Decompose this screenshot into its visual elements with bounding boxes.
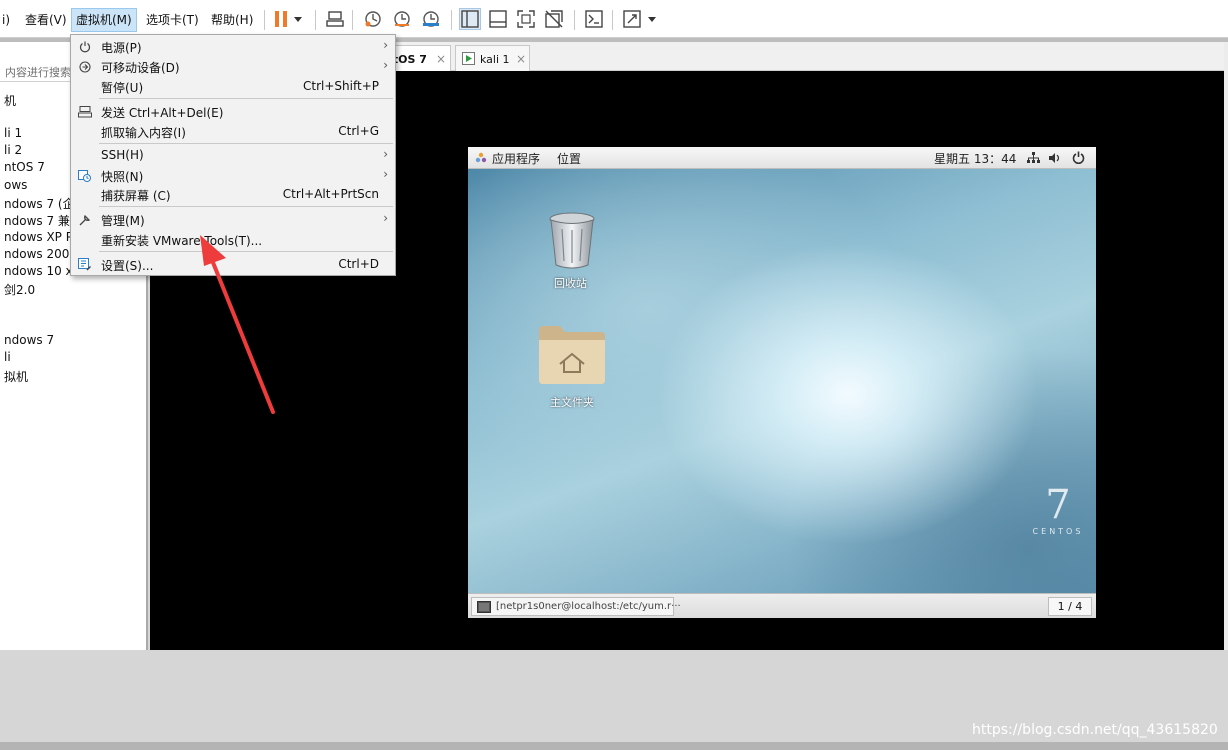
network-icon[interactable] — [1027, 152, 1040, 167]
terminal-icon — [477, 601, 491, 616]
power-icon — [77, 39, 92, 54]
close-icon[interactable]: × — [516, 52, 526, 66]
console-view-icon[interactable] — [583, 8, 605, 30]
close-icon[interactable]: × — [436, 52, 446, 66]
menu-item-send-ctrl-alt-del[interactable]: 发送 Ctrl+Alt+Del(E) — [71, 102, 395, 121]
applications-menu[interactable]: 应用程序 — [492, 150, 540, 167]
library-item[interactable]: 机 — [4, 92, 16, 109]
taskbar-window-button[interactable]: [netpr1s0ner@localhost:/etc/yum.r··· — [471, 597, 681, 616]
submenu-arrow-icon: › — [383, 211, 388, 225]
volume-icon[interactable] — [1049, 152, 1062, 167]
settings-icon — [77, 257, 92, 272]
menu-label: 设置(S)... — [101, 259, 154, 273]
workspace-indicator[interactable]: 1 / 4 — [1048, 597, 1092, 616]
gnome-bottom-bar: [netpr1s0ner@localhost:/etc/yum.r··· 1 /… — [468, 593, 1096, 618]
menu-tabs[interactable]: 选项卡(T) — [142, 8, 203, 32]
thumbnail-bar-icon[interactable] — [487, 8, 509, 30]
menu-shortcut: Ctrl+Shift+P — [303, 79, 379, 93]
menu-item-removable-devices[interactable]: 可移动设备(D) › — [71, 57, 395, 76]
menu-vm[interactable]: 虚拟机(M) — [71, 8, 137, 32]
menu-label: 电源(P) — [101, 41, 142, 55]
gnome-top-bar: 应用程序 位置 星期五 13：44 — [468, 147, 1096, 169]
revert-snapshot-icon[interactable] — [391, 8, 413, 30]
library-item[interactable]: li 1 — [4, 126, 22, 140]
fullscreen-icon[interactable] — [515, 8, 537, 30]
library-item[interactable]: li 2 — [4, 143, 22, 157]
menu-label: 快照(N) — [101, 170, 144, 184]
unity-icon[interactable] — [543, 8, 565, 30]
centos-logo: 7 CENTOS — [1028, 485, 1088, 536]
status-bar — [0, 742, 1228, 750]
menu-item-power[interactable]: 电源(P) › — [71, 37, 395, 56]
library-item[interactable]: ntOS 7 — [4, 160, 45, 174]
clock[interactable]: 星期五 13：44 — [934, 150, 1016, 167]
menu-shortcut: Ctrl+G — [338, 124, 379, 138]
submenu-arrow-icon: › — [383, 58, 388, 72]
library-item[interactable]: 剑2.0 — [4, 281, 35, 298]
submenu-arrow-icon: › — [383, 147, 388, 161]
keyboard-icon — [77, 104, 92, 119]
menu-item-snapshot[interactable]: 快照(N) › — [71, 166, 395, 185]
menu-shortcut: Ctrl+D — [338, 257, 379, 271]
guest-screen[interactable]: 应用程序 位置 星期五 13：44 回收站 主文件夹 7 CENTOS [net… — [468, 147, 1096, 618]
vm-running-icon — [462, 52, 475, 68]
home-folder-label: 主文件夹 — [550, 396, 594, 409]
snapshot-icon[interactable] — [362, 8, 384, 30]
removable-devices-icon — [77, 59, 92, 74]
pause-icon[interactable] — [270, 8, 292, 30]
menu-view[interactable]: 查看(V) — [21, 8, 71, 32]
menu-label: SSH(H) — [101, 148, 144, 162]
menu-item-manage[interactable]: 管理(M) › — [71, 210, 395, 229]
menu-item-pause[interactable]: 暂停(U) Ctrl+Shift+P — [71, 77, 395, 96]
taskbar-window-title: [netpr1s0ner@localhost:/etc/yum.r··· — [496, 601, 681, 612]
menu-partial[interactable]: i) — [0, 8, 14, 32]
places-menu[interactable]: 位置 — [557, 150, 581, 167]
menu-help[interactable]: 帮助(H) — [207, 8, 257, 32]
library-item[interactable]: ndows 200( — [4, 247, 74, 261]
trash-label: 回收站 — [554, 277, 587, 290]
library-item[interactable]: ndows 7 (企 — [4, 195, 75, 212]
menu-label: 暂停(U) — [101, 81, 144, 95]
submenu-arrow-icon: › — [383, 38, 388, 52]
applications-icon — [475, 152, 487, 167]
menu-item-capture-screen[interactable]: 捕获屏幕 (C) Ctrl+Alt+PrtScn — [71, 185, 395, 204]
power-icon[interactable] — [1072, 151, 1085, 167]
library-search-placeholder: 内容进行搜索 — [5, 66, 71, 79]
library-item[interactable]: ows — [4, 178, 27, 192]
annotation-arrow-icon — [190, 232, 280, 420]
home-folder-icon[interactable] — [538, 324, 606, 387]
menu-label: 管理(M) — [101, 214, 145, 228]
library-item[interactable]: ndows XP P — [4, 230, 73, 244]
library-item[interactable]: ndows 10 x — [4, 264, 73, 278]
send-ctrl-alt-del-icon[interactable] — [324, 8, 346, 30]
menu-label: 抓取输入内容(I) — [101, 126, 186, 140]
stretch-icon[interactable] — [621, 8, 643, 30]
centos-version: 7 — [1045, 482, 1071, 528]
tab-label: kali 1 — [480, 53, 510, 66]
stretch-dropdown-icon[interactable] — [645, 8, 659, 30]
library-item[interactable]: 拟机 — [4, 368, 28, 385]
menu-label: 发送 Ctrl+Alt+Del(E) — [101, 106, 224, 120]
trash-icon[interactable] — [548, 211, 596, 272]
show-library-icon[interactable] — [459, 8, 481, 30]
watermark: https://blog.csdn.net/qq_43615820 — [972, 722, 1218, 738]
snapshot-manager-icon[interactable] — [420, 8, 442, 30]
menu-item-grab-input[interactable]: 抓取输入内容(I) Ctrl+G — [71, 122, 395, 141]
menubar: i) 查看(V) 虚拟机(M) 选项卡(T) 帮助(H) — [0, 0, 1228, 38]
right-edge — [1224, 42, 1228, 650]
centos-word: CENTOS — [1032, 527, 1084, 536]
menu-item-ssh[interactable]: SSH(H) › — [71, 146, 395, 165]
menu-shortcut: Ctrl+Alt+PrtScn — [282, 187, 379, 201]
gnome-desktop[interactable]: 回收站 主文件夹 7 CENTOS — [468, 169, 1096, 593]
snapshot-icon — [77, 168, 92, 183]
tab-kali-1[interactable]: kali 1 × — [455, 45, 530, 71]
menu-label: 捕获屏幕 (C) — [101, 189, 171, 203]
library-item[interactable]: ndows 7 — [4, 333, 54, 347]
submenu-arrow-icon: › — [383, 167, 388, 181]
library-item[interactable]: ndows 7 兼 — [4, 212, 70, 229]
dropdown-icon[interactable] — [291, 8, 305, 30]
library-item[interactable]: li — [4, 350, 11, 364]
wrench-icon — [77, 212, 92, 227]
menu-label: 可移动设备(D) — [101, 61, 180, 75]
